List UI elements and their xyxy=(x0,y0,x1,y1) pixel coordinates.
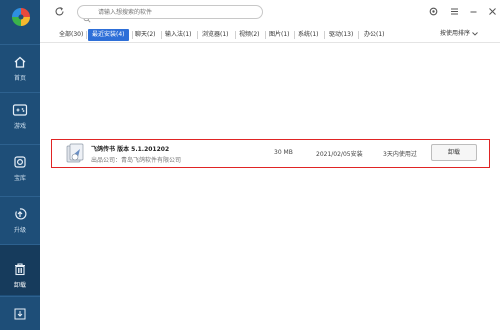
tab-office[interactable]: 办公(1) xyxy=(364,29,385,41)
uninstall-button[interactable]: 卸载 xyxy=(431,144,477,161)
tab-divider xyxy=(86,31,87,39)
menu-button[interactable] xyxy=(449,6,459,16)
sidebar-item-uninstall[interactable]: 卸载 xyxy=(0,245,40,295)
tab-divider xyxy=(161,31,162,39)
treasure-icon xyxy=(10,152,30,172)
sidebar-item-upgrade[interactable]: 升级 xyxy=(0,200,40,248)
menu-icon xyxy=(450,8,458,14)
category-tabs: 全部(30) 最近安装(4) 聊天(2) 输入法(1) 浏览器(1) 视频(2)… xyxy=(40,25,500,43)
tab-divider xyxy=(358,31,359,39)
tab-video[interactable]: 视频(2) xyxy=(239,29,260,41)
settings-button[interactable] xyxy=(428,6,438,16)
sort-label: 按使用排序 xyxy=(440,30,471,37)
tab-system[interactable]: 系统(1) xyxy=(298,29,319,41)
sidebar-item-games[interactable]: 游戏 xyxy=(0,96,40,144)
tab-divider xyxy=(235,31,236,39)
tab-all[interactable]: 全部(30) xyxy=(59,29,83,41)
tab-browser[interactable]: 浏览器(1) xyxy=(202,29,229,41)
nav-divider xyxy=(0,92,40,93)
tab-divider xyxy=(265,31,266,39)
sidebar-item-label: 首页 xyxy=(13,75,26,82)
sidebar-item-treasure[interactable]: 宝库 xyxy=(0,148,40,196)
app-row: 飞鸽传书 版本 5.1.201202 出品公司：青岛飞鸽软件有限公司 30 MB… xyxy=(51,139,490,168)
tab-divider xyxy=(324,31,325,39)
sidebar-item-home[interactable]: 首页 xyxy=(0,48,40,96)
last-used: 3天内使用过 xyxy=(383,151,417,158)
app-name: 飞鸽传书 版本 5.1.201202 xyxy=(91,146,170,153)
nav-divider xyxy=(0,196,40,197)
chevron-down-icon xyxy=(472,32,478,36)
gamepad-icon xyxy=(10,100,30,120)
tab-image[interactable]: 图片(1) xyxy=(269,29,290,41)
sidebar: 首页 游戏 宝库 升级 卸载 xyxy=(0,0,40,330)
upgrade-icon xyxy=(10,204,30,224)
download-icon xyxy=(14,308,26,319)
top-bar xyxy=(40,0,500,24)
home-icon xyxy=(10,52,30,72)
download-manager-button[interactable] xyxy=(0,296,40,330)
tab-driver[interactable]: 驱动(13) xyxy=(329,29,353,41)
search-input[interactable] xyxy=(77,5,263,19)
tab-divider xyxy=(294,31,295,39)
nav-divider xyxy=(0,144,40,145)
close-button[interactable] xyxy=(487,6,497,16)
app-size: 30 MB xyxy=(274,149,293,156)
trash-icon xyxy=(10,259,30,279)
sidebar-item-label: 卸载 xyxy=(13,282,26,289)
gear-icon xyxy=(429,7,437,15)
tab-divider xyxy=(197,31,198,39)
sidebar-item-label: 宝库 xyxy=(13,175,26,182)
refresh-icon[interactable] xyxy=(54,6,65,17)
tab-input-method[interactable]: 输入法(1) xyxy=(165,29,192,41)
minimize-icon xyxy=(470,11,476,12)
tab-recent[interactable]: 最近安装(4) xyxy=(88,29,129,41)
minimize-button[interactable] xyxy=(468,6,478,16)
close-icon xyxy=(488,7,496,15)
app-logo-icon xyxy=(12,8,30,26)
tab-chat[interactable]: 聊天(2) xyxy=(135,29,156,41)
install-date: 2021/02/05安装 xyxy=(316,151,363,158)
nav-divider xyxy=(0,44,40,45)
sidebar-item-label: 升级 xyxy=(13,227,26,234)
app-publisher: 出品公司：青岛飞鸽软件有限公司 xyxy=(91,157,182,164)
tab-divider xyxy=(132,31,133,39)
sidebar-item-label: 游戏 xyxy=(13,123,26,130)
app-icon xyxy=(66,143,84,163)
sort-dropdown[interactable]: 按使用排序 xyxy=(440,28,478,40)
